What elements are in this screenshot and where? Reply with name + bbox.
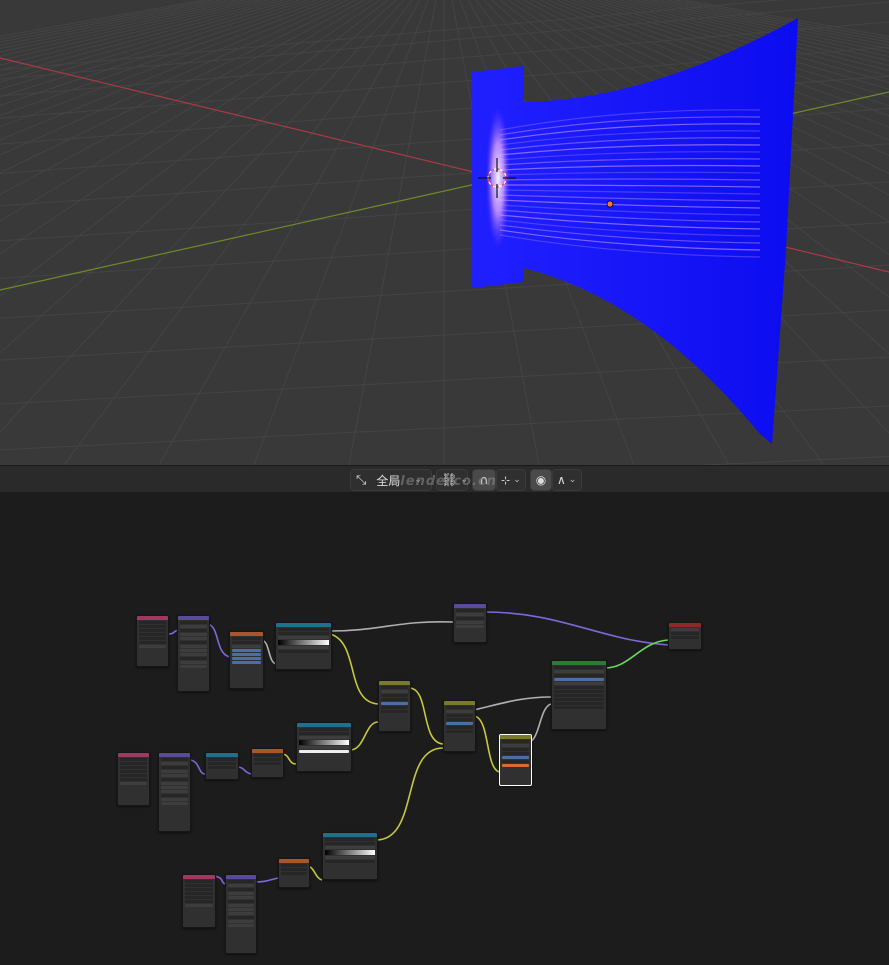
grid-line xyxy=(0,0,277,71)
transform-pivot-icon: ⤡ xyxy=(356,472,367,488)
node-mapping-3[interactable] xyxy=(225,874,257,954)
node-texture-coordinate-3[interactable] xyxy=(182,874,216,928)
grid-line xyxy=(348,0,437,465)
node-gradient-texture[interactable] xyxy=(453,603,487,643)
circle-dot-icon: ◉ xyxy=(535,473,547,487)
node-mapping-2[interactable] xyxy=(158,752,191,832)
grid-line xyxy=(0,0,365,196)
node-texture-coordinate-2[interactable] xyxy=(117,752,150,806)
3d-viewport[interactable] xyxy=(0,0,889,465)
falloff-curve-icon: ∧ xyxy=(557,473,566,487)
snap-target-dropdown[interactable]: ⊹ ⌄ xyxy=(496,469,526,491)
grid-line xyxy=(0,0,405,433)
chevron-down-icon: ⌄ xyxy=(513,475,521,485)
node-texture-coordinate[interactable] xyxy=(136,615,169,667)
grid-line xyxy=(63,0,413,465)
node-mapping[interactable] xyxy=(177,615,210,692)
node-mix-color-2[interactable] xyxy=(443,700,476,752)
object-origin-icon xyxy=(606,200,614,208)
grid-line xyxy=(0,0,237,50)
chevron-down-icon: ⌄ xyxy=(568,475,577,485)
shader-node-editor[interactable] xyxy=(0,492,889,965)
grid-line xyxy=(0,0,293,83)
grid-line xyxy=(253,0,429,465)
grid-line xyxy=(0,0,357,174)
node-separate-xyz[interactable] xyxy=(229,631,264,689)
node-color-ramp-1[interactable] xyxy=(275,622,332,670)
grid-line xyxy=(0,0,381,255)
node-material-output[interactable] xyxy=(668,622,702,650)
node-mix-color-1[interactable] xyxy=(378,680,411,732)
watermark-text: blenderco.cn xyxy=(390,474,497,489)
node-color-ramp-3[interactable] xyxy=(322,832,378,880)
snap-increment-icon: ⊹ xyxy=(501,473,511,487)
node-vector-math[interactable] xyxy=(205,752,239,780)
node-mix-color-selected[interactable] xyxy=(499,734,532,786)
grid-line xyxy=(0,0,389,297)
grid-line xyxy=(0,0,269,66)
viewport-canvas xyxy=(0,0,889,465)
node-principled-bsdf[interactable] xyxy=(551,660,607,730)
node-color-ramp-2[interactable] xyxy=(296,722,352,772)
falloff-dropdown[interactable]: ∧ ⌄ xyxy=(552,469,582,491)
node-separate-xyz-3[interactable] xyxy=(278,858,310,888)
grid-line xyxy=(158,0,421,465)
grid-line xyxy=(0,0,309,98)
node-separate-xyz-2[interactable] xyxy=(251,748,284,778)
overlay-toggle[interactable]: ◉ xyxy=(530,469,552,491)
